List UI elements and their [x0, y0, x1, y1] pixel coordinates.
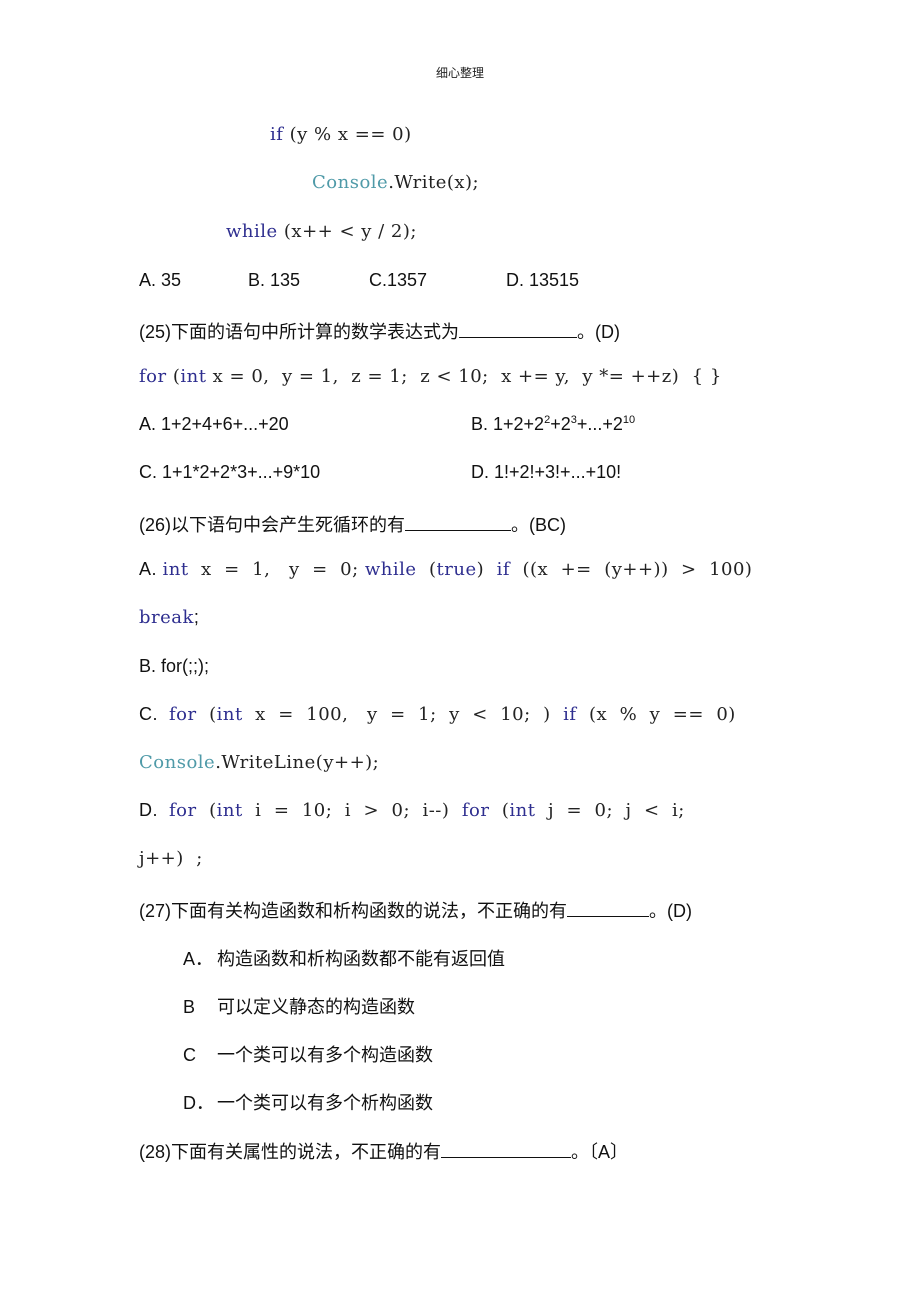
page-header: 细心整理 — [435, 66, 484, 80]
q27-question: (27)下面有关构造函数和析构函数的说法，不正确的有 。(D) — [139, 897, 692, 923]
q26-option-a: A. int x = 1, y = 0; while (true) if ((x… — [139, 559, 752, 580]
code-text: (x % y == 0) — [576, 704, 736, 725]
option-label: C — [183, 1045, 196, 1065]
code-text: x = 100, y = 1; y < 10; ) — [242, 704, 564, 725]
q25-option-d: D. 1!+2!+3!+...+10! — [471, 462, 622, 482]
answer-blank — [441, 1139, 572, 1158]
code-text: x = 0, y = 1, z = 1; z < 10; x += y, y *… — [206, 366, 722, 387]
q24-option-a: A. 35 — [139, 270, 182, 290]
q26-option-c-cont: Console.WriteLine(y++); — [139, 752, 379, 773]
keyword-for: for — [169, 704, 197, 725]
option-text: +2 — [550, 414, 571, 434]
answer-blank — [567, 898, 650, 917]
question-text: (27)下面有关构造函数和析构函数的说法，不正确的有 — [139, 901, 568, 921]
code-text: x = 1, y = 0; — [188, 559, 365, 580]
code-text: ) — [476, 559, 497, 580]
q25-option-c: C. 1+1*2+2*3+...+9*10 — [139, 462, 321, 482]
answer-key: 。(D) — [577, 322, 621, 342]
class-console: Console — [139, 752, 216, 773]
option-text: 一个类可以有多个析构函数 — [217, 1093, 433, 1113]
code-text: .Write(x); — [388, 172, 480, 193]
keyword-for: for — [461, 800, 490, 821]
code-text: .WriteLine(y++); — [215, 752, 380, 773]
answer-key: 。〔A〕 — [571, 1142, 629, 1162]
code-text: ( — [196, 704, 217, 725]
option-text: B. 1+2+2 — [471, 414, 545, 434]
option-label: B — [183, 997, 196, 1017]
keyword-break: break — [139, 607, 194, 628]
q27-option-b: B 可以定义静态的构造函数 — [183, 993, 415, 1019]
option-text: 构造函数和析构函数都不能有返回值 — [217, 949, 505, 969]
q26-option-b: B. for(;;); — [139, 656, 210, 676]
code-text: j = 0; j < i; — [535, 800, 685, 821]
q27-option-d: D． 一个类可以有多个析构函数 — [183, 1089, 433, 1115]
code-text: ( — [416, 559, 437, 580]
q28-question: (28)下面有关属性的说法，不正确的有 。〔A〕 — [139, 1138, 628, 1164]
keyword-if: if — [563, 704, 577, 725]
question-text: (28)下面有关属性的说法，不正确的有 — [139, 1142, 442, 1162]
option-label: A． — [183, 949, 214, 969]
answer-key: 。(D) — [649, 901, 693, 921]
keyword-for: for — [169, 800, 197, 821]
q26-option-d-cont: j++) ; — [139, 848, 203, 869]
q25-question: (25)下面的语句中所计算的数学表达式为 。(D) — [139, 318, 620, 344]
keyword-true: true — [436, 559, 477, 580]
code-text: ( — [166, 366, 181, 387]
code-text: (x++ < y / 2); — [277, 221, 417, 242]
option-label: D. — [139, 800, 170, 820]
keyword-int: int — [509, 800, 536, 821]
code-text: ( — [196, 800, 217, 821]
code-line-while: while (x++ < y / 2); — [226, 221, 417, 242]
option-label: A. — [139, 559, 163, 579]
code-text: ( — [489, 800, 510, 821]
code-text: (y % x == 0) — [283, 124, 412, 145]
q24-option-c: C.1357 — [369, 270, 428, 290]
q24-option-b: B. 135 — [248, 270, 301, 290]
keyword-int: int — [216, 704, 243, 725]
q25-option-b: B. 1+2+22+23+...+210 — [471, 414, 635, 435]
q25-option-a: A. 1+2+4+6+...+20 — [139, 414, 289, 434]
option-text: 可以定义静态的构造函数 — [217, 997, 415, 1017]
superscript: 10 — [622, 414, 636, 426]
answer-blank — [459, 319, 578, 338]
code-text: i = 10; i > 0; i--) — [242, 800, 462, 821]
keyword-int: int — [216, 800, 243, 821]
answer-blank — [405, 512, 512, 531]
class-console: Console — [312, 172, 389, 193]
keyword-while: while — [226, 221, 278, 242]
q27-option-a: A． 构造函数和析构函数都不能有返回值 — [183, 945, 505, 971]
code-line-console-write: Console.Write(x); — [312, 172, 479, 193]
keyword-for: for — [139, 366, 167, 387]
keyword-if: if — [270, 124, 284, 145]
question-text: (26)以下语句中会产生死循环的有 — [139, 515, 406, 535]
q26-question: (26)以下语句中会产生死循环的有 。(BC) — [139, 511, 566, 537]
keyword-int: int — [180, 366, 207, 387]
code-line-if: if (y % x == 0) — [270, 124, 412, 145]
q25-code: for (int x = 0, y = 1, z = 1; z < 10; x … — [139, 366, 722, 387]
question-text: (25)下面的语句中所计算的数学表达式为 — [139, 322, 460, 342]
code-text: ((x += (y++)) > 100) — [510, 559, 753, 580]
keyword-int: int — [162, 559, 189, 580]
code-text: ; — [193, 607, 200, 627]
q26-option-c: C. for (int x = 100, y = 1; y < 10; ) if… — [139, 704, 736, 725]
answer-key: 。(BC) — [511, 515, 567, 535]
option-label: D． — [183, 1093, 214, 1113]
q26-option-d: D. for (int i = 10; i > 0; i--) for (int… — [139, 800, 685, 821]
q26-option-a-cont: break; — [139, 607, 199, 628]
q24-option-d: D. 13515 — [506, 270, 580, 290]
option-text: +...+2 — [576, 414, 623, 434]
q27-option-c: C 一个类可以有多个构造函数 — [183, 1041, 433, 1067]
option-text: 一个类可以有多个构造函数 — [217, 1045, 433, 1065]
keyword-if: if — [496, 559, 511, 580]
option-label: C. — [139, 704, 170, 724]
keyword-while: while — [364, 559, 417, 580]
